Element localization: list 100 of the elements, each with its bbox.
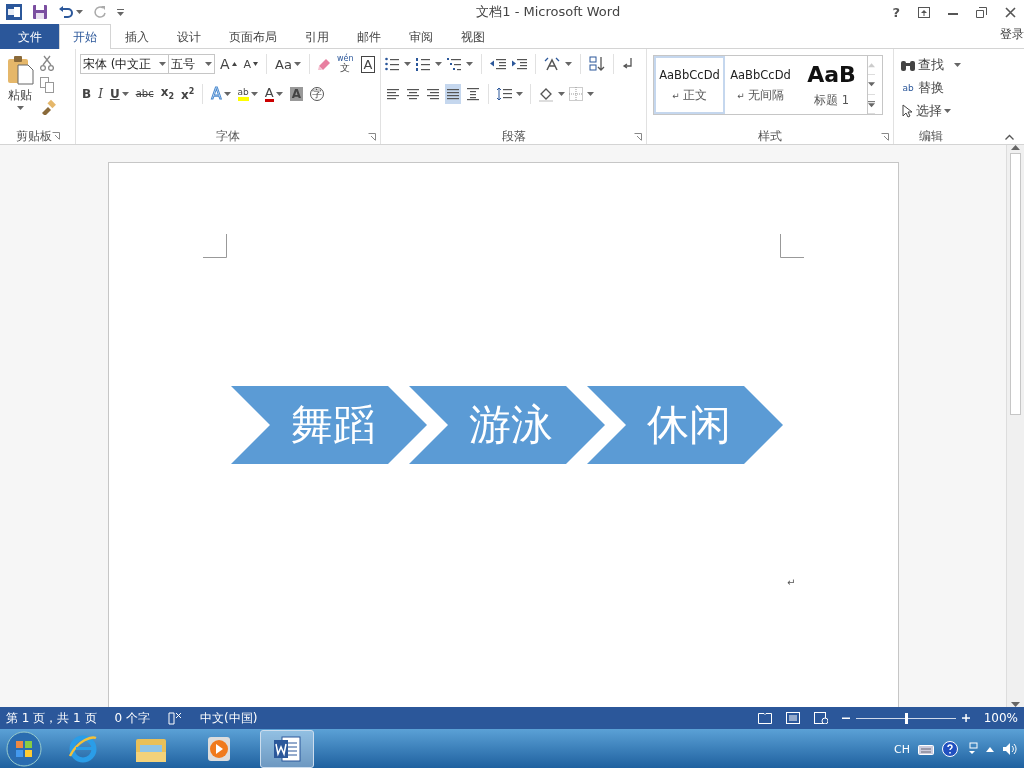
ribbon-tab[interactable]: 引用 bbox=[291, 24, 343, 49]
group-label: 样式 bbox=[758, 127, 782, 145]
help-button[interactable]: ? bbox=[892, 4, 900, 20]
save-icon[interactable] bbox=[32, 4, 48, 20]
text-direction-icon[interactable] bbox=[544, 57, 560, 71]
ribbon-tab[interactable]: 页面布局 bbox=[215, 24, 291, 49]
dialog-launcher-icon[interactable] bbox=[634, 133, 642, 141]
word-count[interactable]: 0 个字 bbox=[114, 709, 150, 727]
caret-icon[interactable] bbox=[466, 62, 473, 66]
shrink-font-button[interactable]: A bbox=[241, 54, 261, 74]
paste-button[interactable]: 粘贴 bbox=[4, 53, 36, 128]
network-icon[interactable] bbox=[966, 742, 978, 756]
caret-icon[interactable] bbox=[76, 10, 83, 14]
proofing-icon[interactable] bbox=[168, 711, 182, 725]
find-button[interactable]: 查找 bbox=[898, 55, 963, 75]
show-marks-icon[interactable] bbox=[622, 57, 634, 71]
ribbon-tab[interactable]: 审阅 bbox=[395, 24, 447, 49]
font-name-field[interactable]: 宋体 (中文正 bbox=[80, 54, 169, 74]
dialog-launcher-icon[interactable] bbox=[51, 132, 60, 140]
dialog-launcher-icon[interactable] bbox=[881, 133, 889, 141]
ribbon-tab[interactable]: 开始 bbox=[59, 24, 111, 49]
caret-icon[interactable] bbox=[159, 62, 166, 66]
dialog-launcher-icon[interactable] bbox=[368, 133, 376, 141]
zoom-level[interactable]: 100% bbox=[983, 711, 1018, 725]
grow-font-button[interactable]: A bbox=[218, 54, 239, 74]
caret-icon[interactable] bbox=[275, 92, 283, 96]
decrease-indent-icon[interactable] bbox=[490, 58, 506, 70]
tray-expand-icon[interactable] bbox=[986, 746, 994, 752]
restore-icon[interactable] bbox=[976, 6, 987, 18]
style-name: ↵ 无间隔 bbox=[737, 87, 784, 103]
input-language-indicator[interactable]: CH bbox=[894, 742, 910, 756]
clear-format-icon[interactable] bbox=[315, 56, 332, 72]
ribbon-display-icon[interactable] bbox=[918, 6, 930, 18]
zoom-in-icon[interactable] bbox=[961, 714, 970, 722]
zoom-slider-thumb[interactable] bbox=[904, 712, 908, 724]
caret-icon[interactable] bbox=[121, 92, 129, 96]
caret-icon[interactable] bbox=[516, 92, 523, 96]
line-spacing-icon[interactable] bbox=[496, 87, 512, 101]
ribbon-tab[interactable]: 设计 bbox=[163, 24, 215, 49]
print-layout-icon[interactable] bbox=[785, 712, 800, 724]
caret-icon[interactable] bbox=[435, 62, 442, 66]
chevron-label: 休闲 bbox=[646, 399, 731, 451]
font-color-button[interactable]: A bbox=[262, 84, 285, 104]
caret-icon[interactable] bbox=[404, 62, 411, 66]
ribbon-tab[interactable]: 视图 bbox=[447, 24, 499, 49]
replace-button[interactable]: ab 替换 bbox=[898, 78, 963, 98]
superscript-button[interactable]: x$^{2}$ bbox=[178, 84, 197, 104]
sign-in-link[interactable]: 登录 bbox=[1000, 24, 1024, 43]
bold-button[interactable]: B bbox=[80, 84, 94, 104]
start-button-icon[interactable] bbox=[6, 731, 42, 767]
scrollbar-thumb[interactable] bbox=[1010, 153, 1021, 415]
caret-icon[interactable] bbox=[293, 62, 301, 66]
read-mode-icon[interactable] bbox=[757, 712, 772, 724]
caret-icon[interactable] bbox=[558, 92, 565, 96]
select-button[interactable]: 选择 bbox=[898, 101, 963, 121]
help-circle-icon[interactable] bbox=[942, 741, 958, 757]
caret-icon[interactable] bbox=[223, 92, 231, 96]
speaker-icon[interactable] bbox=[1002, 742, 1018, 756]
format-painter-icon[interactable] bbox=[40, 99, 56, 115]
caret-icon[interactable] bbox=[565, 62, 572, 66]
sort-icon[interactable] bbox=[589, 56, 605, 72]
underline-button[interactable]: U bbox=[107, 84, 131, 104]
caret-icon[interactable] bbox=[205, 62, 212, 66]
file-tab[interactable]: 文件 bbox=[0, 24, 59, 49]
multilevel-list-icon[interactable] bbox=[447, 57, 461, 71]
justify-button[interactable] bbox=[445, 84, 461, 104]
close-icon[interactable] bbox=[1005, 6, 1016, 18]
collapse-ribbon-icon[interactable] bbox=[1005, 134, 1014, 140]
undo-icon[interactable] bbox=[58, 5, 74, 19]
highlight-button[interactable]: ab bbox=[235, 84, 260, 104]
phonetic-guide-button[interactable]: wén 文 bbox=[334, 54, 356, 74]
cut-icon[interactable] bbox=[40, 55, 54, 71]
scroll-up-icon[interactable] bbox=[1011, 145, 1020, 150]
language-indicator[interactable]: 中文(中国) bbox=[200, 709, 258, 727]
keyboard-icon[interactable] bbox=[918, 743, 934, 755]
page-count[interactable]: 第 1 页，共 1 页 bbox=[6, 709, 97, 727]
word-logo-icon[interactable] bbox=[6, 4, 22, 20]
caret-icon[interactable] bbox=[250, 92, 258, 96]
align-icon bbox=[407, 87, 419, 101]
increase-indent-icon[interactable] bbox=[511, 58, 527, 70]
shading-icon[interactable] bbox=[538, 86, 554, 102]
subscript-button[interactable]: x$_{2}$ bbox=[158, 84, 176, 104]
italic-button[interactable]: I bbox=[96, 84, 105, 104]
caret-icon[interactable] bbox=[253, 62, 259, 66]
change-case-button[interactable]: Aa bbox=[273, 54, 303, 74]
ribbon-tab[interactable]: 邮件 bbox=[343, 24, 395, 49]
caret-icon[interactable] bbox=[16, 106, 24, 110]
font-size-field[interactable]: 五号 bbox=[168, 54, 215, 74]
strikethrough-button[interactable]: abc bbox=[133, 84, 156, 104]
copy-icon[interactable] bbox=[40, 77, 54, 93]
style-gallery-item[interactable]: AaBbCcDd ↵ 正文 bbox=[654, 56, 725, 114]
taskbar-app[interactable] bbox=[260, 730, 314, 768]
character-border-button[interactable]: A bbox=[358, 54, 378, 74]
caret-icon[interactable] bbox=[587, 92, 594, 96]
web-layout-icon[interactable] bbox=[813, 712, 828, 724]
customize-menu-icon[interactable] bbox=[117, 8, 124, 16]
ribbon-tab[interactable]: 插入 bbox=[111, 24, 163, 49]
bullets-icon[interactable] bbox=[385, 57, 399, 71]
caret-icon[interactable] bbox=[231, 62, 237, 66]
numbering-icon[interactable] bbox=[416, 57, 430, 71]
